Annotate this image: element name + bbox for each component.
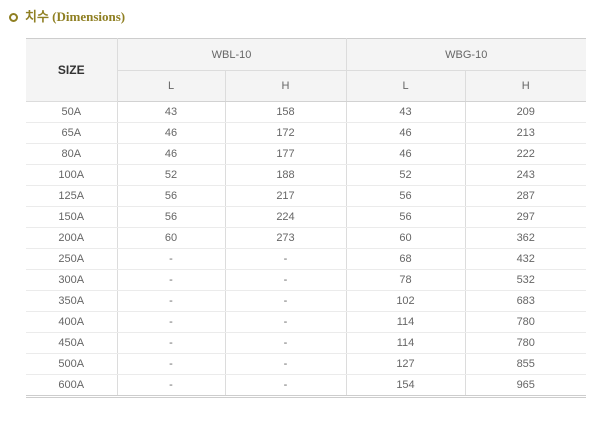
wbg-10-h-header: H: [464, 70, 586, 102]
size-column-header: SIZE: [26, 38, 117, 102]
table-row: 600A - - 154 965: [26, 374, 586, 397]
wbl-10-h-cell: -: [224, 374, 346, 397]
wbg-10-l-cell: 46: [345, 143, 465, 165]
wbl-10-h-cell: 158: [224, 101, 346, 123]
section-title: 치수 (Dimensions): [9, 9, 125, 25]
size-cell: 100A: [26, 164, 117, 186]
table-row: 200A 60 273 60 362: [26, 227, 586, 249]
wbl-10-h-cell: -: [224, 248, 346, 270]
wbg-10-h-cell: 287: [464, 185, 586, 207]
wbg-10-h-cell: 297: [464, 206, 586, 228]
table-row: 65A 46 172 46 213: [26, 122, 586, 144]
header-row-groups: SIZE WBL-10 WBG-10: [26, 38, 586, 102]
wbg-10-l-cell: 102: [345, 290, 465, 312]
wbl-10-l-cell: 46: [116, 143, 225, 165]
table-row: 250A - - 68 432: [26, 248, 586, 270]
wbg-10-l-cell: 114: [345, 311, 465, 333]
size-cell: 400A: [26, 311, 117, 333]
wbg-10-l-cell: 46: [345, 122, 465, 144]
wbg-10-h-cell: 213: [464, 122, 586, 144]
wbl-10-h-cell: -: [224, 353, 346, 375]
wbl-10-h-cell: 273: [224, 227, 346, 249]
wbg-10-h-cell: 532: [464, 269, 586, 291]
wbg-10-h-cell: 780: [464, 311, 586, 333]
wbg-10-l-cell: 52: [345, 164, 465, 186]
wbl-10-h-cell: 177: [224, 143, 346, 165]
wbl-10-l-cell: -: [116, 269, 225, 291]
wbg-10-h-cell: 222: [464, 143, 586, 165]
wbl-10-l-cell: 43: [116, 101, 225, 123]
size-cell: 125A: [26, 185, 117, 207]
table-body: 50A 43 158 43 209 65A 46 172 46 213 80A …: [26, 101, 586, 397]
table-row: 400A - - 114 780: [26, 311, 586, 333]
table-row: 150A 56 224 56 297: [26, 206, 586, 228]
wbg-10-h-cell: 209: [464, 101, 586, 123]
size-cell: 600A: [26, 374, 117, 397]
wbl-10-h-header: H: [224, 70, 346, 102]
wbg-10-h-cell: 683: [464, 290, 586, 312]
wbl-10-h-cell: 172: [224, 122, 346, 144]
wbg-10-l-header: L: [345, 70, 465, 102]
size-cell: 450A: [26, 332, 117, 354]
wbl-10-h-cell: -: [224, 290, 346, 312]
wbl-10-l-cell: 56: [116, 185, 225, 207]
wbl-10-group-header: WBL-10: [116, 38, 346, 71]
wbg-10-h-cell: 243: [464, 164, 586, 186]
dimensions-table: SIZE WBL-10 WBG-10 L H L H 50A 43 158 43…: [26, 38, 586, 398]
wbl-10-l-cell: 60: [116, 227, 225, 249]
wbg-10-h-cell: 432: [464, 248, 586, 270]
wbg-10-h-cell: 780: [464, 332, 586, 354]
wbl-10-l-cell: -: [116, 374, 225, 397]
wbg-10-h-cell: 855: [464, 353, 586, 375]
table-header: SIZE WBL-10 WBG-10 L H L H: [26, 38, 586, 102]
table-row: 300A - - 78 532: [26, 269, 586, 291]
wbl-10-l-cell: -: [116, 311, 225, 333]
wbg-10-l-cell: 78: [345, 269, 465, 291]
wbg-10-h-cell: 965: [464, 374, 586, 397]
wbg-10-l-cell: 68: [345, 248, 465, 270]
wbg-10-l-cell: 43: [345, 101, 465, 123]
wbl-10-l-cell: 46: [116, 122, 225, 144]
wbg-10-l-cell: 154: [345, 374, 465, 397]
table-row: 350A - - 102 683: [26, 290, 586, 312]
wbg-10-l-cell: 60: [345, 227, 465, 249]
size-cell: 350A: [26, 290, 117, 312]
table-row: 100A 52 188 52 243: [26, 164, 586, 186]
wbl-10-l-cell: -: [116, 290, 225, 312]
wbl-10-l-cell: -: [116, 248, 225, 270]
wbl-10-h-cell: -: [224, 311, 346, 333]
size-cell: 250A: [26, 248, 117, 270]
size-cell: 50A: [26, 101, 117, 123]
wbl-10-h-cell: 217: [224, 185, 346, 207]
wbl-10-l-cell: -: [116, 332, 225, 354]
table-row: 500A - - 127 855: [26, 353, 586, 375]
wbl-10-h-cell: -: [224, 332, 346, 354]
circle-bullet-icon: [9, 12, 18, 22]
table-row: 80A 46 177 46 222: [26, 143, 586, 165]
size-cell: 300A: [26, 269, 117, 291]
section-title-text: 치수 (Dimensions): [25, 9, 126, 24]
size-cell: 500A: [26, 353, 117, 375]
wbl-10-h-cell: -: [224, 269, 346, 291]
wbg-10-l-cell: 56: [345, 206, 465, 228]
wbg-10-l-cell: 127: [345, 353, 465, 375]
table-row: 450A - - 114 780: [26, 332, 586, 354]
wbl-10-l-cell: -: [116, 353, 225, 375]
wbg-10-group-header: WBG-10: [345, 38, 586, 71]
table-row: 125A 56 217 56 287: [26, 185, 586, 207]
wbg-10-l-cell: 56: [345, 185, 465, 207]
wbl-10-h-cell: 224: [224, 206, 346, 228]
wbl-10-h-cell: 188: [224, 164, 346, 186]
size-cell: 65A: [26, 122, 117, 144]
size-cell: 80A: [26, 143, 117, 165]
wbg-10-h-cell: 362: [464, 227, 586, 249]
size-cell: 200A: [26, 227, 117, 249]
wbg-10-l-cell: 114: [345, 332, 465, 354]
table-row: 50A 43 158 43 209: [26, 101, 586, 123]
wbl-10-l-cell: 56: [116, 206, 225, 228]
wbl-10-l-cell: 52: [116, 164, 225, 186]
size-cell: 150A: [26, 206, 117, 228]
wbl-10-l-header: L: [116, 70, 225, 102]
